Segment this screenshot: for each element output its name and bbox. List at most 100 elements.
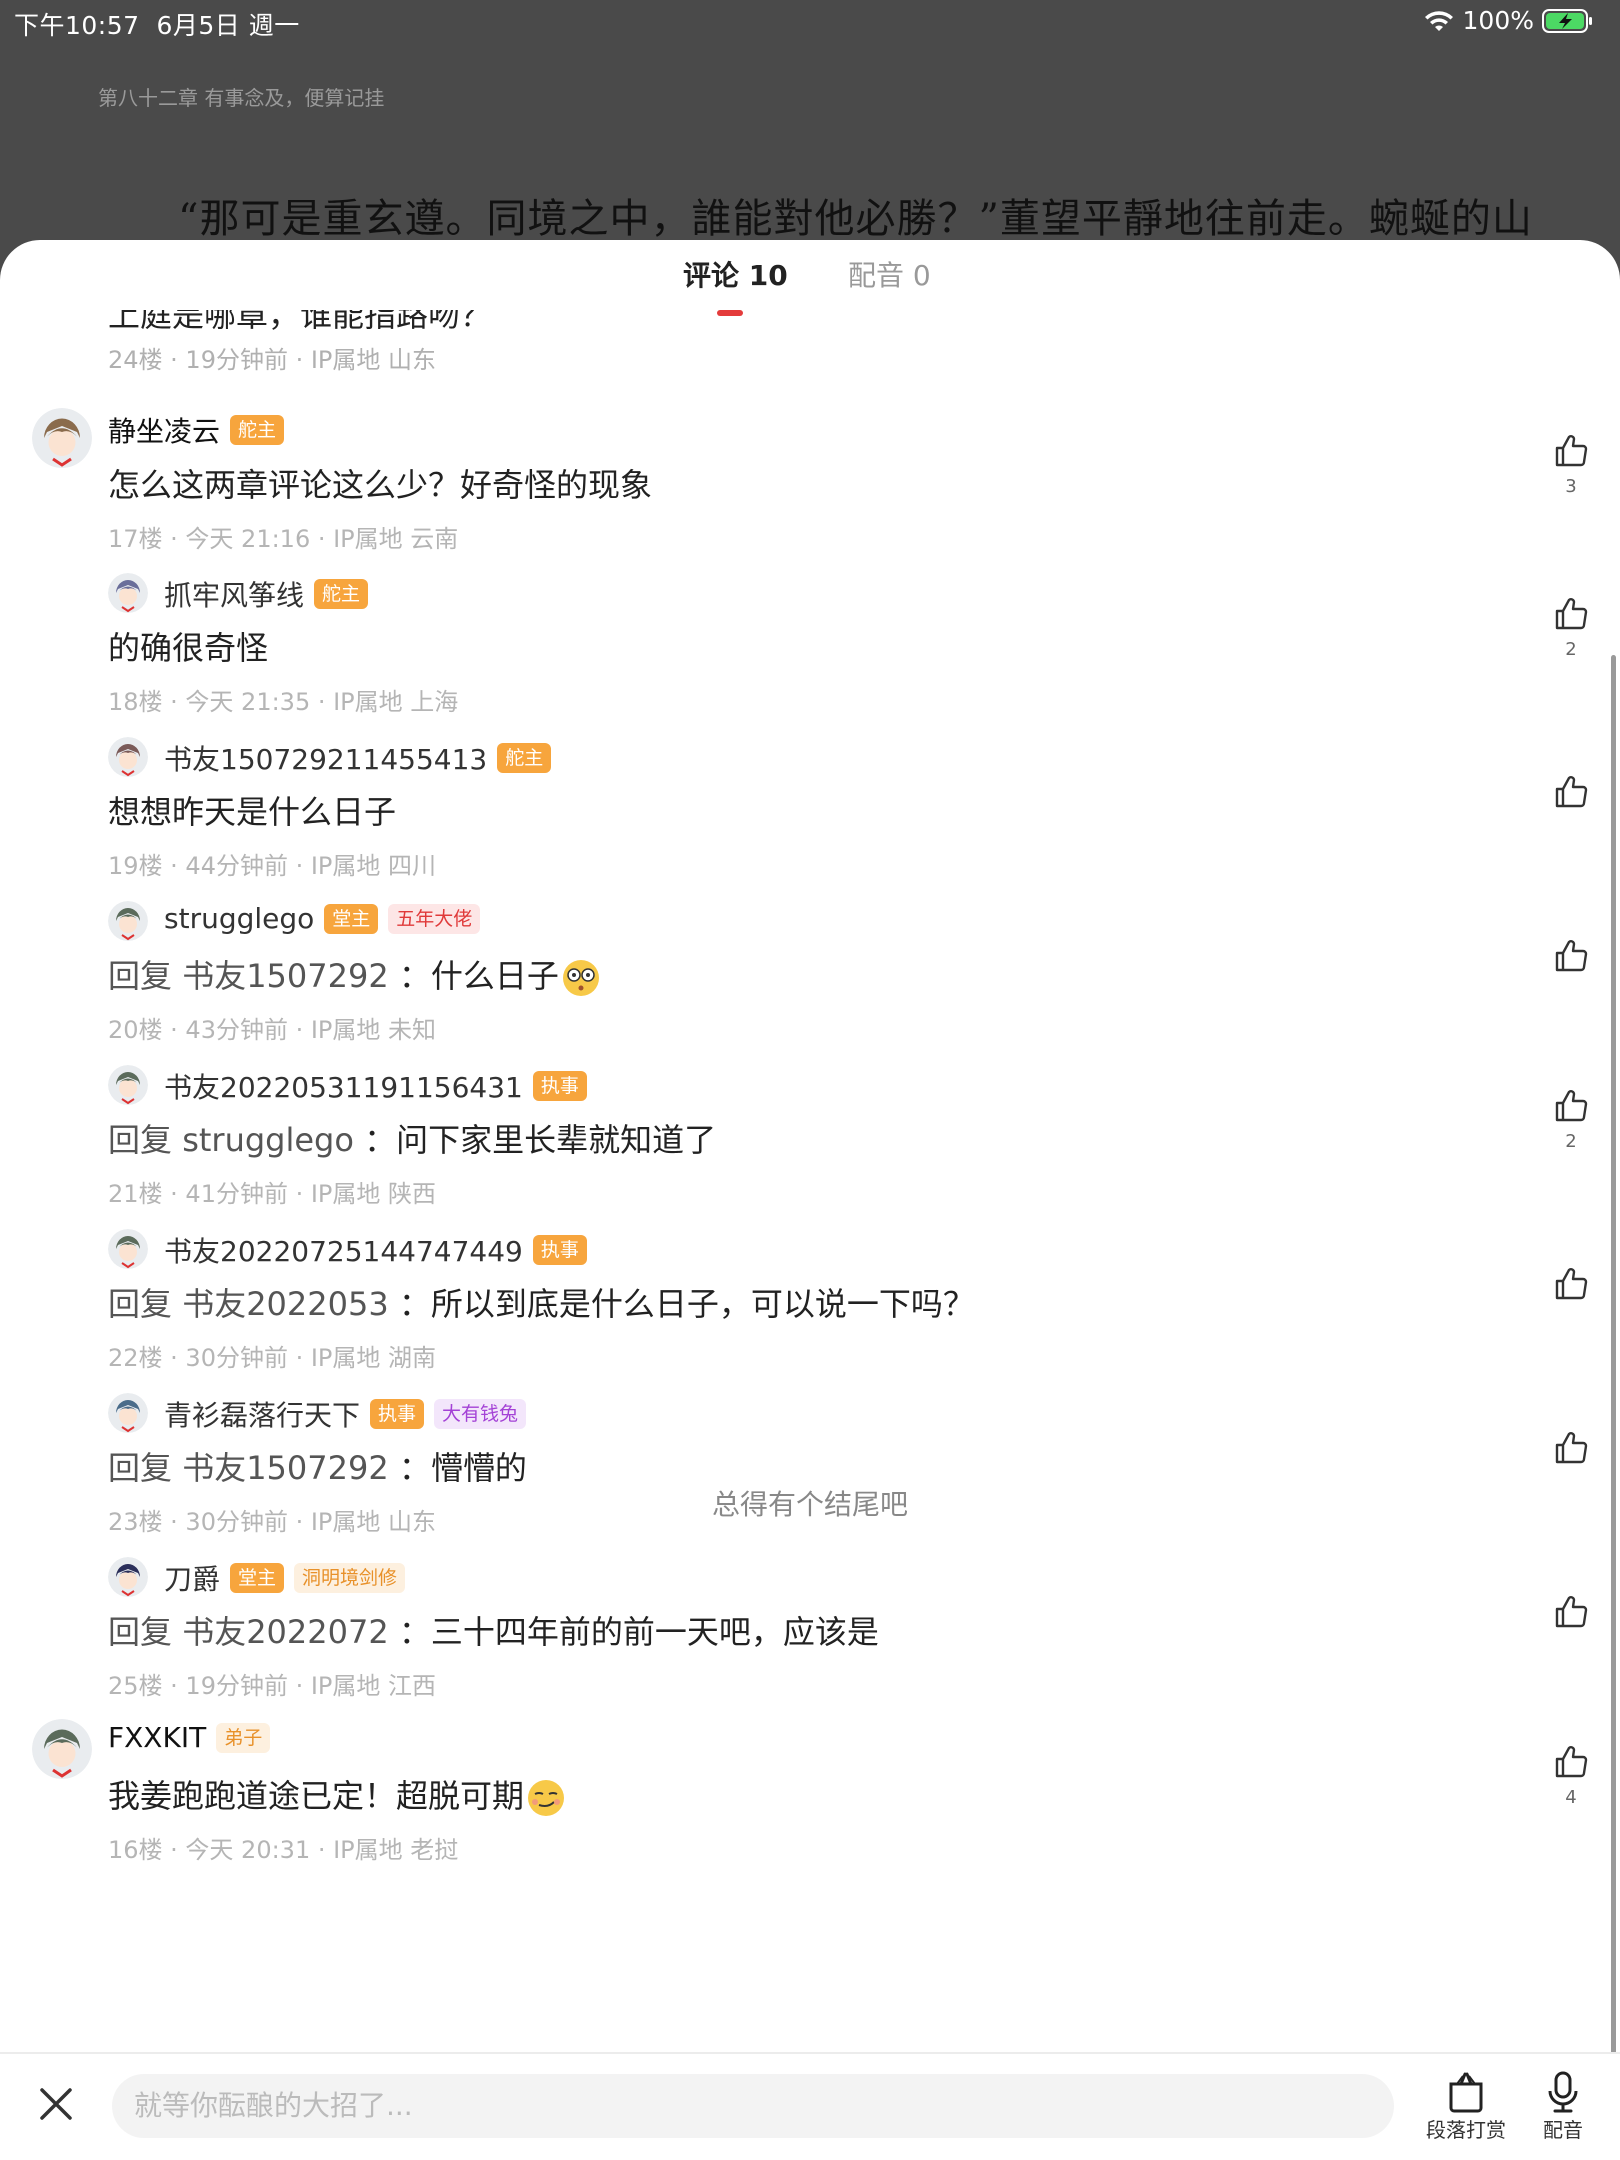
avatar[interactable]	[108, 1557, 148, 1597]
end-of-list-text: 总得有个结尾吧	[711, 1488, 908, 1521]
comment-author-name[interactable]: 青衫磊落行天下	[164, 1394, 360, 1434]
reply-target-user[interactable]: 书友1507292	[182, 1449, 389, 1487]
user-badge: 大有钱兔	[434, 1399, 527, 1429]
comment-text: 的确很奇怪	[108, 623, 268, 669]
comment-author-name[interactable]: 书友20220725144747449	[164, 1230, 523, 1270]
like-button[interactable]: 2	[1554, 1089, 1588, 1152]
comment-meta: 22楼 · 30分钟前 · IP属地 湖南	[108, 1344, 437, 1372]
reply-target-user[interactable]: 书友1507292	[182, 957, 389, 995]
avatar[interactable]	[108, 1393, 148, 1433]
thumbs-up-icon	[1555, 940, 1588, 972]
comment-body: ：所以到底是什么日子，可以说一下吗？	[398, 1285, 975, 1323]
user-badge: 洞明境剑修	[294, 1563, 406, 1593]
thumbs-up-icon	[1555, 598, 1588, 630]
comment-author-name[interactable]: FXXKIT	[108, 1721, 206, 1754]
comment-author-name[interactable]: 书友20220531191156431	[164, 1066, 523, 1106]
microphone-icon	[1548, 2071, 1578, 2113]
user-badge: 执事	[532, 1071, 587, 1101]
like-button[interactable]	[1554, 939, 1588, 973]
scrollbar[interactable]	[1611, 655, 1616, 2060]
like-button[interactable]	[1554, 775, 1588, 809]
close-icon[interactable]	[38, 2086, 74, 2122]
comment-author-name[interactable]: 静坐凌云	[108, 410, 220, 450]
comment-author-row: 书友150729211455413 舵主	[164, 738, 552, 778]
user-badge: 舵主	[497, 743, 552, 773]
comment-meta: 19楼 · 44分钟前 · IP属地 四川	[108, 852, 437, 880]
like-count: 3	[1565, 476, 1577, 497]
dub-button[interactable]: 配音	[1538, 2070, 1588, 2143]
user-badge: 弟子	[216, 1722, 271, 1753]
comment-text: 回复 strugglego ：问下家里长辈就知道了	[108, 1115, 716, 1161]
reply-prefix: 回复	[108, 1285, 173, 1323]
avatar[interactable]	[108, 1065, 148, 1105]
like-button[interactable]: 2	[1554, 597, 1588, 660]
comment-body: 怎么这两章评论这么少？好奇怪的现象	[108, 466, 653, 504]
user-badge: 堂主	[324, 903, 379, 934]
status-time: 下午10:57	[14, 11, 140, 40]
comment-meta: 20楼 · 43分钟前 · IP属地 未知	[108, 1016, 437, 1044]
comment-author-name[interactable]: strugglego	[164, 902, 314, 935]
comment-author-row: strugglego 堂主 五年大佬	[164, 902, 481, 935]
comment-text: 我姜跑跑道途已定！超脱可期	[108, 1771, 566, 1818]
thumbs-up-icon	[1555, 1596, 1588, 1628]
reply-target-user[interactable]: strugglego	[182, 1121, 354, 1159]
like-count: 2	[1565, 1131, 1577, 1152]
status-time-date: 下午10:57 6月5日 週一	[14, 6, 300, 42]
comment-author-name[interactable]: 抓牢风筝线	[164, 574, 304, 614]
battery-percent: 100%	[1462, 6, 1534, 35]
avatar[interactable]	[32, 1719, 92, 1779]
user-badge: 舵主	[230, 415, 285, 445]
like-button[interactable]	[1554, 1595, 1588, 1629]
comment-sheet: 评论 10 配音 0 上庭是哪章，谁能指路吻？ 24楼 · 19分钟前 · IP…	[0, 240, 1620, 2160]
comment-text: 怎么这两章评论这么少？好奇怪的现象	[108, 460, 652, 506]
battery-charging-icon	[1542, 8, 1594, 34]
comment-text: 回复 书友2022072 ：三十四年前的前一天吧，应该是	[108, 1607, 879, 1653]
paragraph-reward-button[interactable]: 段落打赏	[1424, 2070, 1508, 2143]
smirk-emoji-icon	[528, 1780, 565, 1816]
reply-prefix: 回复	[108, 957, 173, 995]
comment-body: ：问下家里长辈就知道了	[364, 1121, 717, 1159]
avatar[interactable]	[108, 573, 148, 613]
thumbs-up-icon	[1555, 435, 1588, 467]
like-button[interactable]: 3	[1554, 434, 1588, 497]
comment-body: 想想昨天是什么日子	[108, 793, 397, 831]
avatar[interactable]	[108, 737, 148, 777]
reply-target-user[interactable]: 书友2022072	[182, 1613, 389, 1651]
reader-text: “那可是重玄遵。同境之中，誰能對他必勝？”董望平靜地往前走。蜿蜒的山	[178, 196, 1533, 242]
wifi-icon	[1423, 9, 1455, 33]
status-indicators: 100%	[1423, 6, 1594, 35]
comment-input-bar: 就等你酝酿的大招了... 段落打赏 配音	[0, 2052, 1620, 2160]
like-button[interactable]	[1554, 1431, 1588, 1465]
status-bar: 下午10:57 6月5日 週一 100%	[0, 0, 1620, 40]
chapter-title: 第八十二章 有事念及，便算记挂	[98, 86, 385, 110]
avatar[interactable]	[108, 901, 148, 941]
tab-dubbing[interactable]: 配音 0	[848, 254, 931, 294]
comment-meta: 21楼 · 41分钟前 · IP属地 陕西	[108, 1180, 437, 1208]
gift-icon	[1449, 2072, 1483, 2113]
status-date: 6月5日 週一	[156, 11, 300, 40]
comment-author-name[interactable]: 刀爵	[164, 1558, 220, 1598]
comment-meta: 17楼 · 今天 21:16 · IP属地 云南	[108, 525, 459, 553]
comment-body: 我姜跑跑道途已定！超脱可期	[108, 1777, 525, 1815]
reply-prefix: 回复	[108, 1613, 173, 1651]
like-button[interactable]	[1554, 1267, 1588, 1301]
tab-comments[interactable]: 评论 10	[683, 254, 788, 294]
comment-meta: 16楼 · 今天 20:31 · IP属地 老挝	[108, 1836, 459, 1864]
thumbs-up-icon	[1555, 1268, 1588, 1300]
comment-input[interactable]: 就等你酝酿的大招了...	[112, 2074, 1394, 2138]
comment-author-row: 青衫磊落行天下 执事 大有钱兔	[164, 1394, 527, 1434]
comment-author-name[interactable]: 书友150729211455413	[164, 738, 487, 778]
user-badge: 执事	[370, 1399, 425, 1429]
comment-body: ：懵懵的	[398, 1449, 527, 1487]
comment-meta: 25楼 · 19分钟前 · IP属地 江西	[108, 1672, 437, 1700]
like-button[interactable]: 4	[1554, 1745, 1588, 1808]
paragraph-reward-label: 段落打赏	[1426, 2118, 1506, 2142]
comment-list[interactable]: 上庭是哪章，谁能指路吻？ 24楼 · 19分钟前 · IP属地 山东 静坐凌云舵…	[0, 310, 1620, 2060]
comment-body: ：什么日子	[398, 957, 559, 995]
user-badge: 执事	[532, 1235, 587, 1265]
avatar[interactable]	[108, 1229, 148, 1269]
avatar[interactable]	[32, 408, 92, 468]
sheet-tabs: 评论 10 配音 0	[0, 254, 1620, 316]
dub-label: 配音	[1543, 2118, 1583, 2142]
reply-target-user[interactable]: 书友2022053	[182, 1285, 389, 1323]
